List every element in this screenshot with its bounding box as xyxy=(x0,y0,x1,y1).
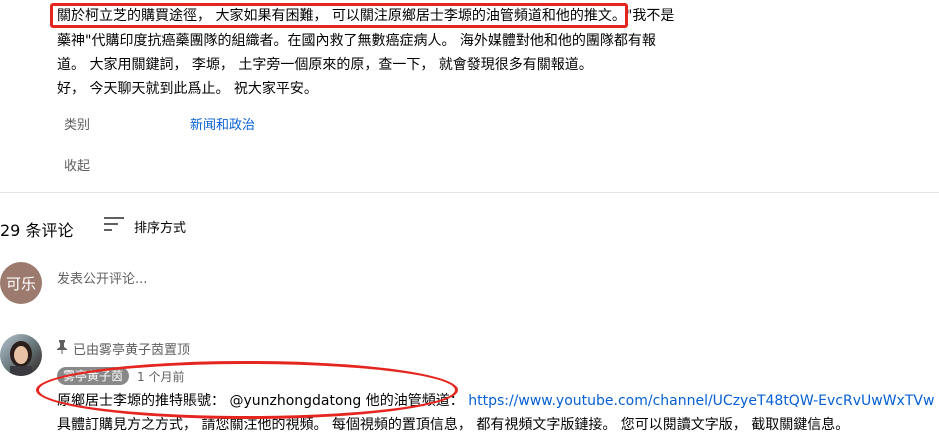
description-line-4: 好， 今天聊天就到此爲止。 祝大家平安。 xyxy=(57,81,318,97)
description-highlighted-text: 關於柯立芝的購買途徑， 大家如果有困難， 可以關注原鄉居士李塬的油管頻道和他的推… xyxy=(57,8,626,24)
comment-author-avatar[interactable] xyxy=(0,334,42,376)
sort-icon xyxy=(104,216,124,236)
comment-line-1: 原鄉居士李塬的推特賬號： @yunzhongdatong 他的油管頻道： htt… xyxy=(57,391,934,411)
current-user-avatar: 可乐 xyxy=(0,262,42,304)
pin-icon xyxy=(57,339,67,358)
comment-author-name[interactable]: 雾亭黄子茵 xyxy=(57,367,130,385)
section-divider xyxy=(0,192,939,193)
description-line-3: 道。 大家用關鍵詞， 李塬， 土字旁一個原來的原，查一下， 就會發現很多有關報道… xyxy=(57,57,593,73)
sort-label: 排序方式 xyxy=(134,220,187,236)
description-line-1: 關於柯立芝的購買途徑， 大家如果有困難， 可以關注原鄉居士李塬的油管頻道和他的推… xyxy=(57,6,674,26)
comments-count: 29 条评论 xyxy=(0,221,74,240)
description-line-2: 藥神"代購印度抗癌藥團隊的組織者。在國內救了無數癌症病人。 海外媒體對他和他的團… xyxy=(57,33,656,49)
pinned-text: 已由雾亭黄子茵置顶 xyxy=(73,343,191,358)
description-line-1-tail: "我不是 xyxy=(625,8,675,24)
comment-channel-link[interactable]: https://www.youtube.com/channel/UCzyeT48… xyxy=(468,393,934,409)
pinned-indicator: 已由雾亭黄子茵置顶 xyxy=(57,339,190,358)
collapse-button[interactable]: 收起 xyxy=(64,155,90,174)
comment-line-2: 具體訂購見方之方式， 請您關注他的視頻。 每個視頻的置頂信息， 都有視頻文字版鏈… xyxy=(57,417,850,433)
category-label: 类别 xyxy=(64,118,91,133)
category-link[interactable]: 新闻和政治 xyxy=(190,114,255,133)
add-comment-input[interactable]: 发表公开评论... xyxy=(57,268,927,290)
comment-timestamp[interactable]: 1 个月前 xyxy=(137,368,184,385)
comment-line-1-text: 原鄉居士李塬的推特賬號： @yunzhongdatong 他的油管頻道： xyxy=(57,393,469,409)
sort-button[interactable]: 排序方式 xyxy=(104,216,186,236)
